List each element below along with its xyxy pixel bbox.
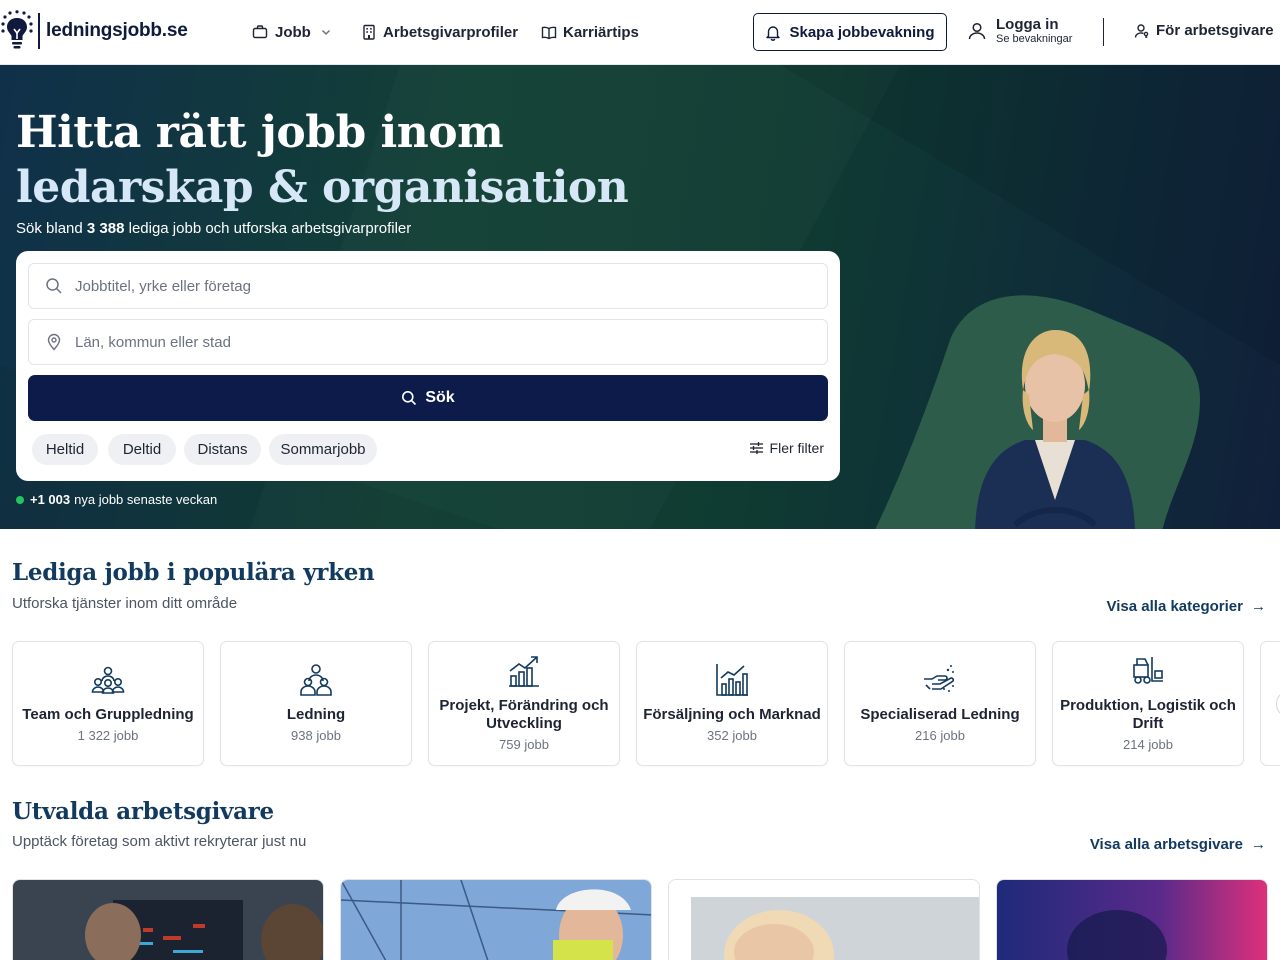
hero-subtitle-prefix: Sök bland (16, 220, 87, 237)
employer-cover-image (13, 880, 323, 960)
category-card[interactable]: Team och Gruppledning 1 322 jobb (12, 641, 204, 766)
category-card[interactable]: Projekt, Förändring och Utveckling 759 j… (428, 641, 620, 766)
employers-section-title: Utvalda arbetsgivare (12, 798, 274, 825)
category-count: 216 jobb (915, 728, 965, 743)
category-card[interactable]: Ledning 938 jobb (220, 641, 412, 766)
growth-chart-icon (506, 653, 542, 689)
category-card[interactable]: Specialiserad Ledning 216 jobb (844, 641, 1036, 766)
category-name: Specialiserad Ledning (860, 706, 1020, 723)
hero-subtitle: Sök bland 3 388 lediga jobb och utforska… (16, 220, 411, 237)
arrow-right-icon: → (1251, 598, 1266, 615)
forklift-icon (1130, 653, 1166, 689)
sliders-icon (749, 441, 764, 455)
filter-chip-remote[interactable]: Distans (184, 434, 261, 465)
nav-jobs[interactable]: Jobb (252, 20, 332, 44)
hero-job-count: 3 388 (86, 220, 125, 237)
team-icon (90, 662, 126, 698)
search-button[interactable]: Sök (28, 375, 828, 421)
search-icon (45, 277, 63, 295)
job-search-field[interactable] (28, 263, 828, 309)
lightbulb-logo-icon (0, 10, 34, 52)
book-open-icon (541, 25, 557, 40)
filter-chip-summerjob[interactable]: Sommarjobb (269, 434, 377, 465)
hero-portrait-image (955, 300, 1155, 529)
login-label: Logga in (996, 16, 1059, 33)
popular-section-subtitle: Utforska tjänster inom ditt område (12, 595, 238, 612)
status-dot (16, 495, 24, 504)
hero-subtitle-suffix: lediga jobb och utforska arbetsgivarprof… (124, 220, 412, 237)
new-jobs-indicator: +1 003 nya jobb senaste veckan (16, 492, 217, 507)
nav-career-tips[interactable]: Karriärtips (541, 20, 639, 44)
search-icon (401, 390, 417, 406)
create-job-alert-button[interactable]: Skapa jobbevakning (753, 13, 947, 51)
employer-cover-image (997, 880, 1267, 960)
header-divider (1103, 18, 1104, 46)
login-sublabel: Se bevakningar (996, 33, 1073, 45)
building-icon (362, 24, 376, 40)
category-card[interactable]: Försäljning och Marknad 352 jobb (636, 641, 828, 766)
bell-icon (765, 24, 781, 41)
for-employers-link[interactable]: För arbetsgivare (1134, 22, 1274, 39)
category-count: 352 jobb (707, 728, 757, 743)
user-icon (967, 21, 987, 41)
employer-card[interactable] (668, 879, 980, 960)
category-count: 1 322 jobb (77, 728, 139, 743)
login-link[interactable]: Logga in Se bevakningar (967, 16, 1072, 46)
category-card[interactable]: Produktion, Logistik och Drift 214 jobb (1052, 641, 1244, 766)
location-search-field[interactable] (28, 319, 828, 365)
see-all-employers-label: Visa alla arbetsgivare (1089, 836, 1243, 853)
bar-chart-icon (714, 662, 750, 698)
new-jobs-text: nya jobb senaste veckan (74, 492, 218, 507)
hero-title-line2: ledarskap & organisation (16, 162, 629, 213)
hero-section: Hitta rätt jobb inom ledarskap & organis… (0, 65, 1280, 529)
category-name: Projekt, Förändring och Utveckling (439, 697, 609, 732)
category-name: Team och Gruppledning (22, 706, 194, 723)
employers-section-subtitle: Upptäck företag som aktivt rekryterar ju… (12, 833, 307, 850)
employer-cover-image (341, 880, 651, 960)
employer-card[interactable] (340, 879, 652, 960)
employer-cover-image (669, 880, 979, 960)
map-pin-icon (45, 333, 63, 351)
location-search-input[interactable] (75, 333, 775, 351)
nav-jobs-label: Jobb (275, 23, 311, 41)
new-jobs-count: +1 003 (30, 492, 71, 507)
popular-section-title: Lediga jobb i populära yrken (12, 559, 375, 586)
hand-sparkle-icon (922, 662, 958, 698)
nav-employer-profiles-label: Arbetsgivarprofiler (383, 23, 519, 41)
logo-divider (38, 13, 40, 49)
category-name: Ledning (286, 706, 346, 723)
search-button-label: Sök (425, 389, 455, 406)
more-filters-label: Fler filter (769, 440, 824, 456)
logo-link[interactable]: ledningsjobb.se (0, 10, 188, 52)
see-all-categories-link[interactable]: Visa alla kategorier → (1107, 598, 1266, 615)
nav-employer-profiles[interactable]: Arbetsgivarprofiler (362, 20, 518, 44)
for-employers-label: För arbetsgivare (1156, 22, 1274, 39)
category-name: Försäljning och Marknad (643, 706, 821, 723)
see-all-employers-link[interactable]: Visa alla arbetsgivare → (1090, 836, 1266, 853)
category-count: 759 jobb (499, 737, 549, 752)
hero-title: Hitta rätt jobb inom ledarskap & organis… (16, 105, 629, 215)
brand-name: ledningsjobb.se (46, 20, 188, 41)
more-filters-button[interactable]: Fler filter (749, 440, 824, 456)
category-count: 214 jobb (1123, 737, 1173, 752)
nav-career-tips-label: Karriärtips (563, 23, 639, 41)
see-all-categories-label: Visa alla kategorier (1106, 598, 1243, 615)
category-count: 938 jobb (291, 728, 341, 743)
chevron-down-icon (320, 26, 332, 38)
filter-chip-fulltime[interactable]: Heltid (32, 434, 98, 465)
employer-card[interactable] (996, 879, 1268, 960)
hero-title-line1: Hitta rätt jobb inom (16, 107, 504, 158)
job-search-input[interactable] (75, 277, 775, 295)
briefcase-icon (252, 24, 268, 40)
site-header: ledningsjobb.se Jobb Arbetsgivarprofiler… (0, 0, 1280, 65)
employer-card[interactable] (12, 879, 324, 960)
user-key-icon (1134, 23, 1150, 39)
arrow-right-icon: → (1251, 836, 1266, 853)
create-job-alert-label: Skapa jobbevakning (789, 23, 935, 41)
search-card: Sök Heltid Deltid Distans Sommarjobb Fle… (16, 251, 840, 481)
group-icon (298, 662, 334, 698)
filter-chip-parttime[interactable]: Deltid (108, 434, 176, 465)
category-name: Produktion, Logistik och Drift (1060, 697, 1236, 732)
